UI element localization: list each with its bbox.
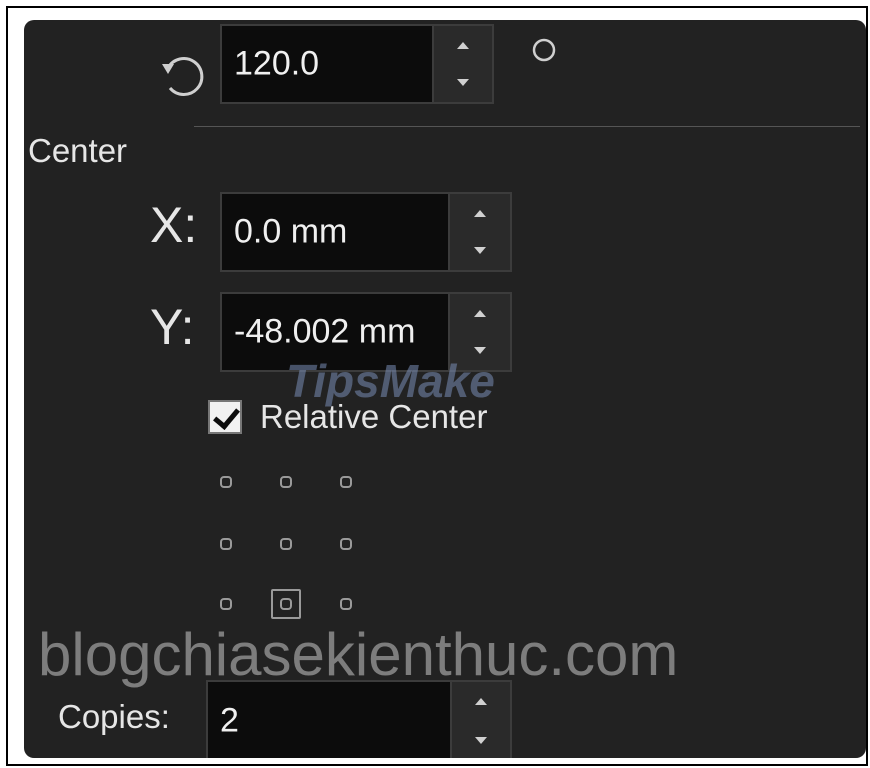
anchor-bottom-center[interactable]	[280, 598, 292, 610]
spin-down-icon[interactable]	[475, 737, 487, 744]
x-label: X:	[150, 197, 198, 253]
center-y-value: -48.002 mm	[234, 312, 416, 351]
rotate-ccw-icon	[162, 57, 204, 96]
spin-up-icon[interactable]	[457, 42, 469, 49]
spin-down-icon[interactable]	[457, 79, 469, 86]
spin-up-icon[interactable]	[474, 310, 486, 317]
spin-up-icon[interactable]	[475, 698, 487, 705]
transform-panel: 120.0 Center X: 0.0 mm Y: -48.002 mm Tip…	[24, 20, 866, 758]
copies-label: Copies:	[58, 698, 170, 735]
copies-input[interactable]: 2	[206, 680, 452, 758]
site-watermark: blogchiasekienthuc.com	[38, 621, 679, 688]
spin-down-icon[interactable]	[474, 347, 486, 354]
rotation-angle-value: 120.0	[234, 44, 320, 83]
circle-icon[interactable]	[530, 36, 558, 64]
anchor-top-right[interactable]	[340, 476, 352, 488]
anchor-top-left[interactable]	[220, 476, 232, 488]
anchor-middle-center[interactable]	[280, 538, 292, 550]
relative-center-checkbox[interactable]	[208, 400, 242, 434]
anchor-middle-left[interactable]	[220, 538, 232, 550]
checkmark-icon	[213, 401, 240, 431]
center-section-label: Center	[28, 132, 128, 169]
y-label: Y:	[150, 299, 195, 355]
anchor-middle-right[interactable]	[340, 538, 352, 550]
center-x-value: 0.0 mm	[234, 212, 348, 251]
relative-center-label[interactable]: Relative Center	[260, 398, 487, 436]
center-x-stepper[interactable]	[450, 192, 512, 272]
anchor-bottom-right[interactable]	[340, 598, 352, 610]
center-x-input[interactable]: 0.0 mm	[220, 192, 450, 272]
section-divider	[194, 126, 860, 127]
rotation-angle-stepper[interactable]	[434, 24, 494, 104]
anchor-top-center[interactable]	[280, 476, 292, 488]
copies-value: 2	[220, 701, 239, 740]
copies-stepper[interactable]	[452, 680, 512, 758]
spin-down-icon[interactable]	[474, 247, 486, 254]
rotation-angle-input[interactable]: 120.0	[220, 24, 434, 104]
anchor-bottom-left[interactable]	[220, 598, 232, 610]
spin-up-icon[interactable]	[474, 210, 486, 217]
